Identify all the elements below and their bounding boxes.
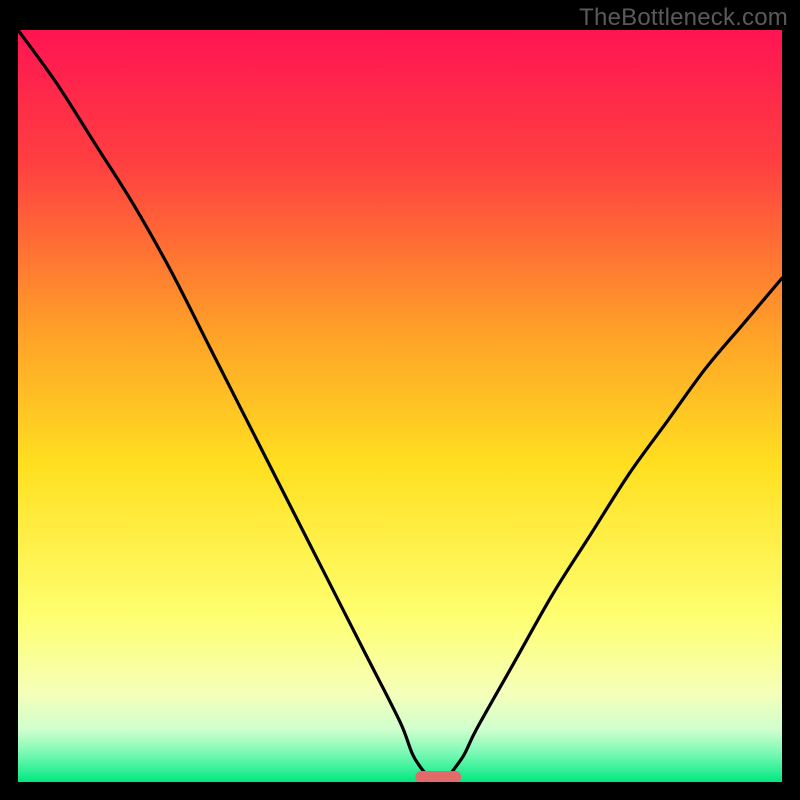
bottleneck-plot: [18, 30, 782, 782]
plot-svg: [18, 30, 782, 782]
chart-frame: TheBottleneck.com: [0, 0, 800, 800]
minimum-marker: [415, 771, 461, 782]
plot-background: [18, 30, 782, 782]
watermark-text: TheBottleneck.com: [579, 4, 788, 32]
